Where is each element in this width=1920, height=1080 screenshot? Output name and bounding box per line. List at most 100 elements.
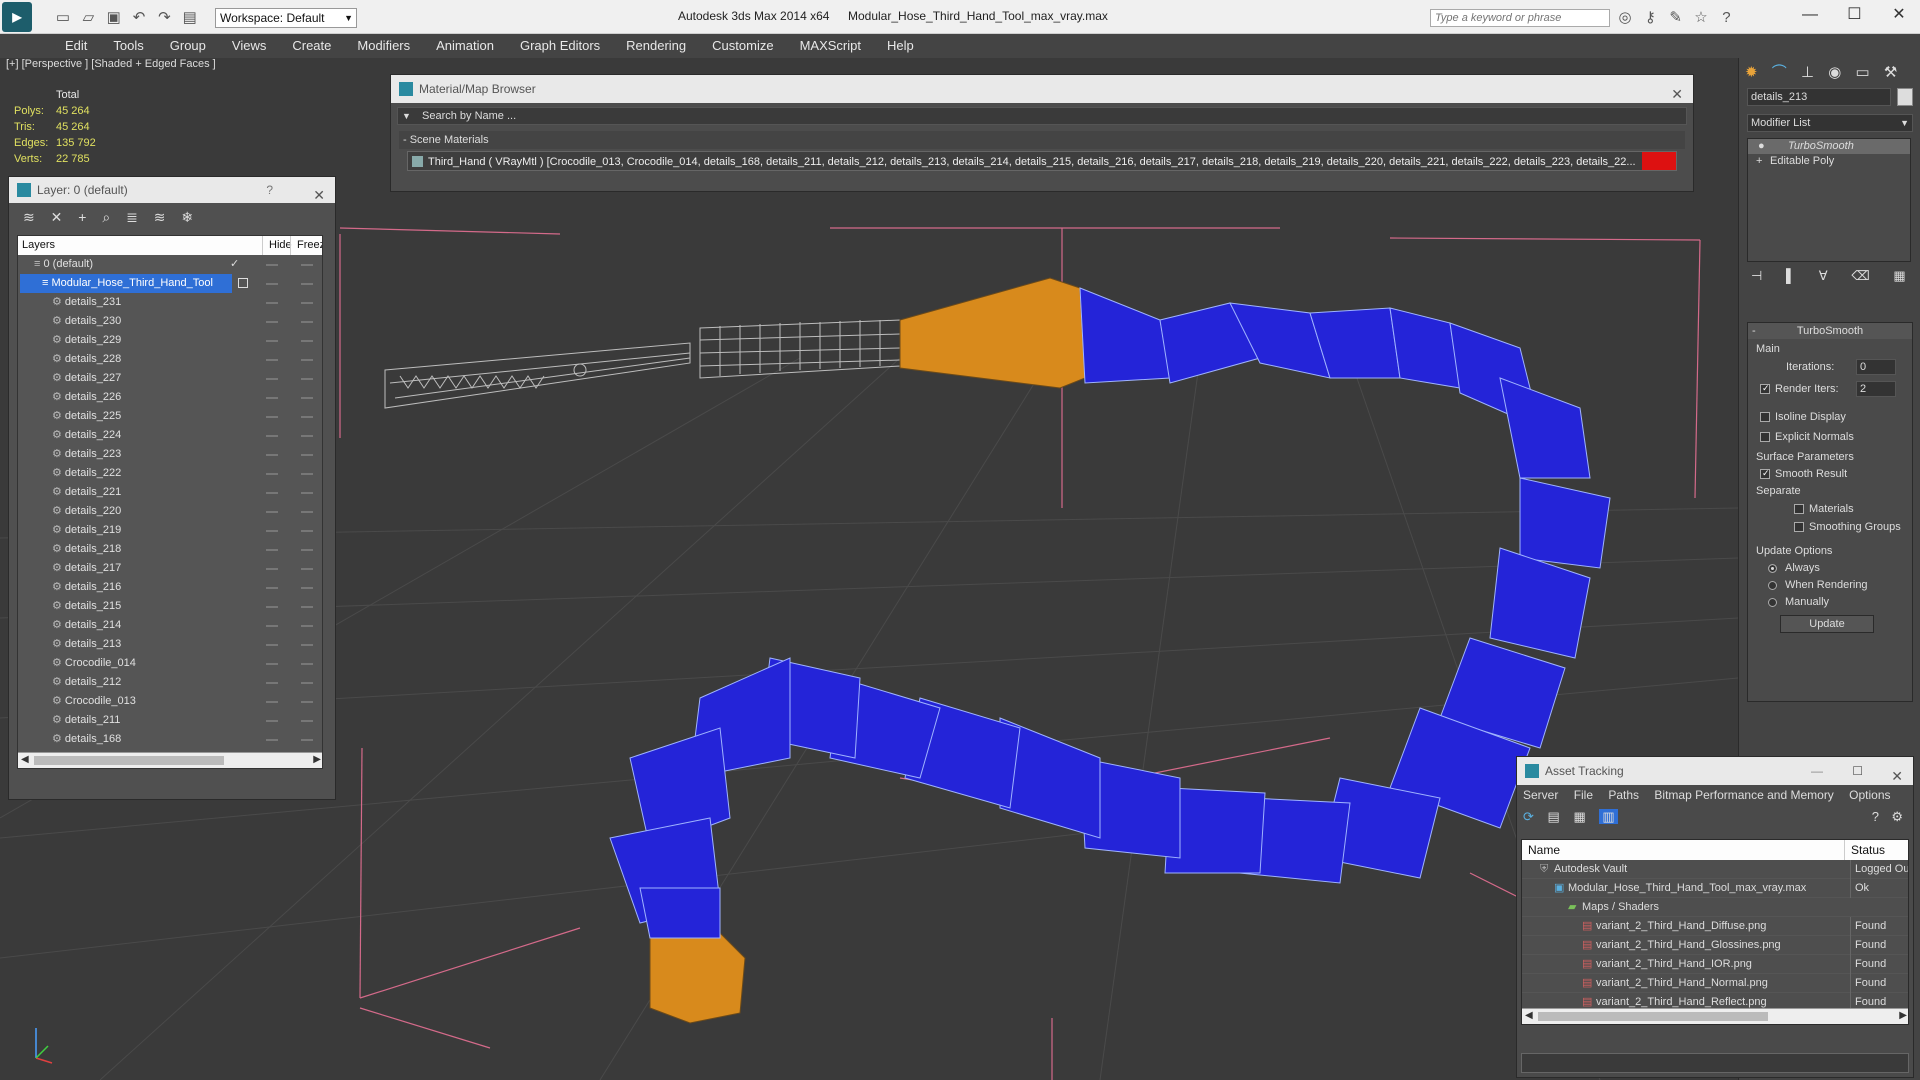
object-name-field[interactable]: details_213 xyxy=(1747,88,1891,106)
layer-object-row[interactable]: ⚙ details_223 xyxy=(18,445,322,464)
layer-object-row[interactable]: ⚙ details_211 xyxy=(18,711,322,730)
layer-row-default[interactable]: ≡ 0 (default) ✓ xyxy=(18,255,322,274)
column-hide[interactable]: Hide xyxy=(262,236,292,255)
layer-object-row[interactable]: ⚙ details_227 xyxy=(18,369,322,388)
configure-sets-icon[interactable]: ▦ xyxy=(1893,268,1905,283)
select-layer-icon[interactable]: ⌕ xyxy=(102,209,110,225)
materials-checkbox[interactable] xyxy=(1794,504,1804,515)
menu-edit[interactable]: Edit xyxy=(52,34,100,53)
layer-object-row[interactable]: ⚙ details_219 xyxy=(18,521,322,540)
layer-object-row[interactable]: ⚙ details_230 xyxy=(18,312,322,331)
thumbnail-view-icon[interactable]: ▦ xyxy=(1573,809,1585,824)
lightbulb-icon[interactable]: ● xyxy=(1758,139,1765,154)
update-button[interactable]: Update xyxy=(1780,615,1874,633)
layer-object-row[interactable]: ⚙ Crocodile_013 xyxy=(18,692,322,711)
asset-row[interactable]: ▤ variant_2_Third_Hand_Normal.png Found xyxy=(1522,974,1908,993)
menu-graph-editors[interactable]: Graph Editors xyxy=(507,34,613,53)
scroll-right-icon[interactable]: ▶ xyxy=(1899,1010,1907,1021)
layer-object-row[interactable]: ⚙ details_226 xyxy=(18,388,322,407)
active-box-icon[interactable] xyxy=(238,278,248,288)
open-file-icon[interactable]: ▱ xyxy=(78,8,98,28)
explicit-normals-checkbox[interactable] xyxy=(1760,432,1770,443)
modify-tab-icon[interactable]: ⌒ xyxy=(1772,64,1787,81)
display-tab-icon[interactable]: ▭ xyxy=(1855,64,1869,81)
menu-animation[interactable]: Animation xyxy=(423,34,507,53)
scene-materials-header[interactable]: - Scene Materials xyxy=(399,131,1685,149)
smoothing-groups-row[interactable]: Smoothing Groups xyxy=(1794,521,1901,533)
smoothing-groups-checkbox[interactable] xyxy=(1794,522,1804,533)
save-icon[interactable]: ▣ xyxy=(104,8,124,28)
layers-icon[interactable]: ≋ xyxy=(23,209,35,225)
create-tab-icon[interactable]: ✹ xyxy=(1745,64,1758,81)
render-iters-spinner[interactable]: 2 xyxy=(1856,381,1896,397)
asset-menu-file[interactable]: File xyxy=(1574,788,1593,802)
when-rendering-row[interactable]: When Rendering xyxy=(1768,579,1868,591)
layer-object-row[interactable]: ⚙ details_216 xyxy=(18,578,322,597)
modifier-list-dropdown[interactable]: Modifier List ▼ xyxy=(1747,114,1913,132)
communication-icon[interactable]: ✎ xyxy=(1666,8,1686,28)
layer-object-row[interactable]: ⚙ details_218 xyxy=(18,540,322,559)
menu-views[interactable]: Views xyxy=(219,34,279,53)
star-icon[interactable]: ☆ xyxy=(1691,8,1711,28)
scroll-thumb[interactable] xyxy=(34,756,224,765)
make-unique-icon[interactable]: ∀ xyxy=(1819,268,1828,283)
close-icon[interactable]: ✕ xyxy=(1891,762,1903,790)
always-row[interactable]: Always xyxy=(1768,562,1820,574)
layer-row-selected[interactable]: ≡ Modular_Hose_Third_Hand_Tool xyxy=(18,274,322,293)
menu-tools[interactable]: Tools xyxy=(100,34,156,53)
always-radio[interactable] xyxy=(1768,563,1777,573)
asset-row[interactable]: ▤ variant_2_Third_Hand_Diffuse.png Found xyxy=(1522,917,1908,936)
menu-maxscript[interactable]: MAXScript xyxy=(787,34,874,53)
layer-object-row[interactable]: ⚙ details_225 xyxy=(18,407,322,426)
utilities-tab-icon[interactable]: ⚒ xyxy=(1884,64,1897,81)
asset-menu-options[interactable]: Options xyxy=(1849,788,1890,802)
horizontal-scrollbar[interactable]: ◀ ▶ xyxy=(18,752,322,768)
layer-help-button[interactable]: ? xyxy=(266,177,273,203)
hierarchy-tab-icon[interactable]: ⊥ xyxy=(1801,64,1814,81)
layer-object-row[interactable]: ⚙ details_220 xyxy=(18,502,322,521)
help-icon[interactable]: ? xyxy=(1872,809,1879,824)
material-entry[interactable]: Third_Hand ( VRayMtl ) [Crocodile_013, C… xyxy=(407,151,1677,171)
close-icon[interactable]: ✕ xyxy=(1879,4,1919,24)
add-layer-icon[interactable]: + xyxy=(78,209,86,225)
render-iters-checkbox[interactable] xyxy=(1760,384,1770,395)
layer-object-row[interactable]: ⚙ details_168 xyxy=(18,730,322,749)
motion-tab-icon[interactable]: ◉ xyxy=(1828,64,1841,81)
isoline-row[interactable]: Isoline Display xyxy=(1760,411,1846,423)
column-name[interactable]: Name xyxy=(1528,840,1560,860)
refresh-icon[interactable]: ⟳ xyxy=(1523,809,1534,824)
materials-row[interactable]: Materials xyxy=(1794,503,1854,515)
asset-menu-paths[interactable]: Paths xyxy=(1608,788,1639,802)
layer-object-row[interactable]: ⚙ details_224 xyxy=(18,426,322,445)
layer-object-row[interactable]: ⚙ details_229 xyxy=(18,331,322,350)
list-view-icon[interactable]: ▤ xyxy=(1548,809,1560,824)
object-color-swatch[interactable] xyxy=(1897,88,1913,106)
scroll-left-icon[interactable]: ◀ xyxy=(21,754,29,765)
menu-customize[interactable]: Customize xyxy=(699,34,786,53)
pin-stack-icon[interactable]: ⊣ xyxy=(1751,268,1762,283)
column-layers[interactable]: Layers xyxy=(22,236,55,255)
layer-object-row[interactable]: ⚙ details_213 xyxy=(18,635,322,654)
minimize-icon[interactable]: — xyxy=(1790,6,1830,24)
close-icon[interactable]: ✕ xyxy=(1671,80,1683,108)
layer-object-row[interactable]: ⚙ details_228 xyxy=(18,350,322,369)
hide-all-icon[interactable]: ≋ xyxy=(154,209,166,225)
viewport-label[interactable]: [+] [Perspective ] [Shaded + Edged Faces… xyxy=(6,58,216,70)
minimize-icon[interactable]: — xyxy=(1811,757,1823,785)
filter-icon[interactable]: ▼ xyxy=(402,108,411,124)
key-icon[interactable]: ⚷ xyxy=(1640,8,1660,28)
rollout-header[interactable]: - TurboSmooth xyxy=(1748,323,1912,339)
help-icon[interactable]: ? xyxy=(1716,8,1736,28)
scroll-right-icon[interactable]: ▶ xyxy=(313,754,321,765)
asset-row[interactable]: ⛨ Autodesk Vault Logged Ou xyxy=(1522,860,1908,879)
manually-row[interactable]: Manually xyxy=(1768,596,1829,608)
new-file-icon[interactable]: ▭ xyxy=(53,8,73,28)
close-icon[interactable]: ✕ xyxy=(313,182,325,208)
workspace-dropdown[interactable]: Workspace: Default ▼ xyxy=(215,8,357,28)
maximize-icon[interactable]: ☐ xyxy=(1834,4,1874,24)
asset-row[interactable]: ▰ Maps / Shaders xyxy=(1522,898,1908,917)
menu-modifiers[interactable]: Modifiers xyxy=(344,34,423,53)
maximize-icon[interactable]: ☐ xyxy=(1852,757,1863,785)
stack-item-turbosmooth[interactable]: ● TurboSmooth xyxy=(1748,139,1910,154)
settings-icon[interactable]: ⚙ xyxy=(1891,809,1903,825)
